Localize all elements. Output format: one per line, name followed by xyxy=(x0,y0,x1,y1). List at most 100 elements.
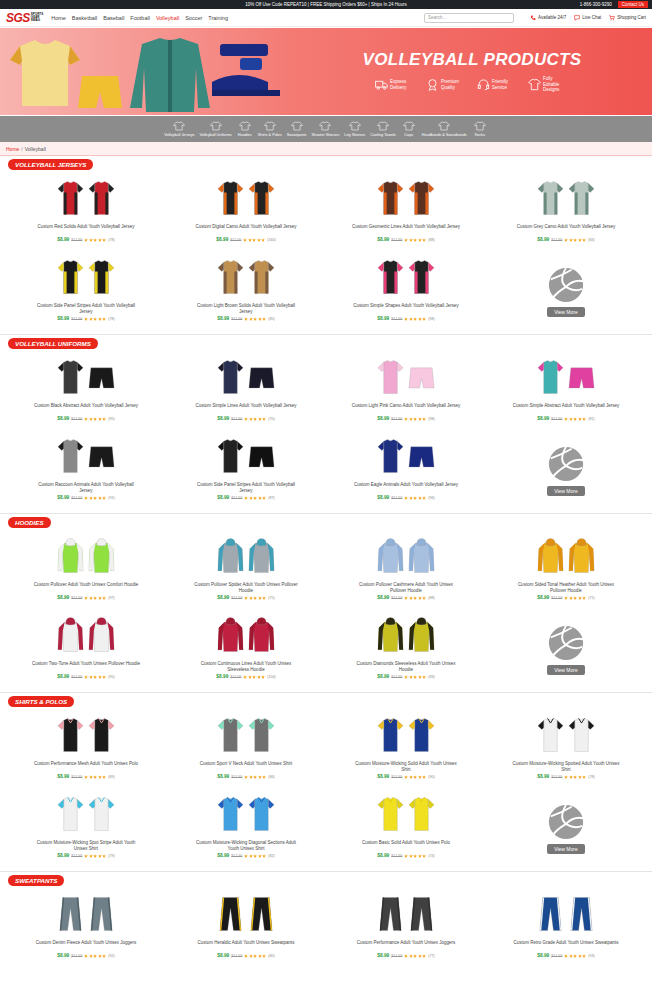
product-name[interactable]: Custom Side Panel Stripes Adult Youth Vo… xyxy=(31,303,141,314)
product-card[interactable]: Custom Digital Camo Adult Youth Volleyba… xyxy=(166,173,326,252)
category-item[interactable]: Volleyball Jerseys xyxy=(164,121,194,137)
promo-phone[interactable]: 1-866-300-9290 xyxy=(580,2,612,7)
product-name[interactable]: Custom Moisture-Wicking Solid Adult Yout… xyxy=(351,761,461,772)
product-name[interactable]: Custom Pullover Adult Youth Unisex Comfo… xyxy=(34,582,139,593)
product-card[interactable]: Custom Pullover Adult Youth Unisex Comfo… xyxy=(6,531,166,610)
product-name[interactable]: Custom Pullover Spider Adult Youth Unise… xyxy=(191,582,301,593)
product-card[interactable]: Custom Performance Mesh Adult Youth Unis… xyxy=(6,710,166,789)
nav-item[interactable]: Volleyball xyxy=(156,15,179,21)
product-card[interactable]: Custom Diamonds Sleeveless Adult Youth U… xyxy=(326,610,486,689)
product-card[interactable]: Custom Simple Shapes Adult Youth Volleyb… xyxy=(326,252,486,331)
product-card[interactable]: Custom Moisture-Wicking Solid Adult Yout… xyxy=(326,710,486,789)
product-name[interactable]: Custom Retro Grade Adult Youth Unisex Sw… xyxy=(513,940,618,951)
product-name[interactable]: Custom Heraldic Adult Youth Unisex Sweat… xyxy=(198,940,295,951)
product-card[interactable]: Custom Side Panel Stripes Adult Youth Vo… xyxy=(6,252,166,331)
product-name[interactable]: Custom Red Solids Adult Youth Volleyball… xyxy=(37,224,134,235)
category-item[interactable]: Cooling Towels xyxy=(370,121,395,137)
search-field[interactable]: Search... xyxy=(424,13,514,23)
product-name[interactable]: Custom Continuous Lines Adult Youth Unis… xyxy=(191,661,301,672)
product-name[interactable]: Custom Geometric Lines Adult Youth Volle… xyxy=(352,224,460,235)
view-more-button[interactable]: View More xyxy=(547,844,585,854)
product-card[interactable]: Custom Denim Fleece Adult Youth Unisex J… xyxy=(6,889,166,968)
product-card[interactable]: Custom Moisture-Wicking Spot Stripe Adul… xyxy=(6,789,166,868)
category-item[interactable]: Leg Sleeves xyxy=(344,121,365,137)
product-name[interactable]: Custom Diamonds Sleeveless Adult Youth U… xyxy=(351,661,461,672)
product-name[interactable]: Custom Black Abstract Adult Youth Volley… xyxy=(34,403,138,414)
product-card[interactable]: Custom Geometric Lines Adult Youth Volle… xyxy=(326,173,486,252)
category-item[interactable]: Headbands & Sweatbands xyxy=(422,121,467,137)
product-name[interactable]: Custom Eagle Animals Adult Youth Volleyb… xyxy=(354,482,458,493)
category-item[interactable]: Volleyball Uniforms xyxy=(199,121,231,137)
product-name[interactable]: Custom Simple Lines Adult Youth Volleyba… xyxy=(195,403,296,414)
product-name[interactable]: Custom Performance Adult Youth Unisex Jo… xyxy=(357,940,456,951)
product-card[interactable]: Custom Black Abstract Adult Youth Volley… xyxy=(6,352,166,431)
view-more-card[interactable]: View More xyxy=(486,789,646,868)
rating xyxy=(84,775,106,779)
star-icon xyxy=(409,954,413,958)
logo[interactable]: SGSSPORTSGEARSWAG xyxy=(6,12,43,24)
view-more-button[interactable]: View More xyxy=(547,665,585,675)
nav-item[interactable]: Basketball xyxy=(72,15,97,21)
category-item[interactable]: Caps xyxy=(401,121,417,137)
nav-item[interactable]: Football xyxy=(130,15,150,21)
product-name[interactable]: Custom Pullover Cashmere Adult Youth Uni… xyxy=(351,582,461,593)
product-card[interactable]: Custom Pullover Cashmere Adult Youth Uni… xyxy=(326,531,486,610)
product-name[interactable]: Custom Digital Camo Adult Youth Volleyba… xyxy=(195,224,296,235)
product-name[interactable]: Custom Simple Abstract Adult Youth Volle… xyxy=(513,403,620,414)
nav-item[interactable]: Home xyxy=(51,15,66,21)
product-name[interactable]: Custom Light Pink Camo Adult Youth Volle… xyxy=(352,403,460,414)
product-name[interactable]: Custom Moisture-Wicking Spot Stripe Adul… xyxy=(31,840,141,851)
product-card[interactable]: Custom Side Panel Stripes Adult Youth Vo… xyxy=(166,431,326,510)
header-action[interactable]: Live Chat xyxy=(574,15,601,21)
product-card[interactable]: Custom Performance Adult Youth Unisex Jo… xyxy=(326,889,486,968)
nav-item[interactable]: Training xyxy=(208,15,228,21)
product-card[interactable]: Custom Heraldic Adult Youth Unisex Sweat… xyxy=(166,889,326,968)
product-name[interactable]: Custom Performance Mesh Adult Youth Unis… xyxy=(34,761,138,772)
product-name[interactable]: Custom Moisture-Wicking Spotted Adult Yo… xyxy=(511,761,621,772)
contact-button[interactable]: Contact Us xyxy=(618,1,648,8)
category-item[interactable]: Shirts & Polos xyxy=(258,121,282,137)
product-name[interactable]: Custom Side Panel Stripes Adult Youth Vo… xyxy=(191,482,301,493)
view-more-card[interactable]: View More xyxy=(486,431,646,510)
product-name[interactable]: Custom Basic Solid Adult Youth Unisex Po… xyxy=(362,840,450,851)
breadcrumb-item[interactable]: Home xyxy=(6,146,19,152)
category-item[interactable]: Socks xyxy=(472,121,488,137)
product-card[interactable]: Custom Simple Abstract Adult Youth Volle… xyxy=(486,352,646,431)
product-card[interactable]: Custom Grey Camo Adult Youth Volleyball … xyxy=(486,173,646,252)
product-card[interactable]: Custom Basic Solid Adult Youth Unisex Po… xyxy=(326,789,486,868)
product-name[interactable]: Custom Denim Fleece Adult Youth Unisex J… xyxy=(36,940,137,951)
product-card[interactable]: Custom Two-Tone Adult Youth Unisex Pullo… xyxy=(6,610,166,689)
product-name[interactable]: Custom Sport V Neck Adult Youth Unisex S… xyxy=(200,761,293,772)
header-action[interactable]: Shopping Cart xyxy=(609,15,646,21)
nav-item[interactable]: Soccer xyxy=(185,15,202,21)
product-card[interactable]: Custom Light Pink Camo Adult Youth Volle… xyxy=(326,352,486,431)
category-item[interactable]: Hoodies xyxy=(237,121,253,137)
category-item[interactable]: Shooter Sleeves xyxy=(311,121,339,137)
product-card[interactable]: Custom Red Solids Adult Youth Volleyball… xyxy=(6,173,166,252)
view-more-card[interactable]: View More xyxy=(486,610,646,689)
product-name[interactable]: Custom Moisture-Wicking Diagonal Section… xyxy=(191,840,301,851)
product-card[interactable]: Custom Retro Grade Adult Youth Unisex Sw… xyxy=(486,889,646,968)
product-name[interactable]: Custom Sided Tonal Heather Adult Youth U… xyxy=(511,582,621,593)
product-card[interactable]: Custom Sided Tonal Heather Adult Youth U… xyxy=(486,531,646,610)
product-card[interactable]: Custom Eagle Animals Adult Youth Volleyb… xyxy=(326,431,486,510)
view-more-button[interactable]: View More xyxy=(547,307,585,317)
product-name[interactable]: Custom Simple Shapes Adult Youth Volleyb… xyxy=(353,303,459,314)
product-card[interactable]: Custom Moisture-Wicking Diagonal Section… xyxy=(166,789,326,868)
category-item[interactable]: Sweatpants xyxy=(287,121,307,137)
product-name[interactable]: Custom Two-Tone Adult Youth Unisex Pullo… xyxy=(32,661,140,672)
nav-item[interactable]: Baseball xyxy=(103,15,124,21)
product-card[interactable]: Custom Sport V Neck Adult Youth Unisex S… xyxy=(166,710,326,789)
view-more-button[interactable]: View More xyxy=(547,486,585,496)
product-name[interactable]: Custom Grey Camo Adult Youth Volleyball … xyxy=(517,224,615,235)
view-more-card[interactable]: View More xyxy=(486,252,646,331)
product-card[interactable]: Custom Simple Lines Adult Youth Volleyba… xyxy=(166,352,326,431)
product-card[interactable]: Custom Moisture-Wicking Spotted Adult Yo… xyxy=(486,710,646,789)
product-card[interactable]: Custom Pullover Spider Adult Youth Unise… xyxy=(166,531,326,610)
product-card[interactable]: Custom Light Brown Solids Adult Youth Vo… xyxy=(166,252,326,331)
product-name[interactable]: Custom Raccoon Animals Adult Youth Volle… xyxy=(31,482,141,493)
product-card[interactable]: Custom Raccoon Animals Adult Youth Volle… xyxy=(6,431,166,510)
product-name[interactable]: Custom Light Brown Solids Adult Youth Vo… xyxy=(191,303,301,314)
header-action[interactable]: Available 24/7 xyxy=(530,15,566,21)
product-card[interactable]: Custom Continuous Lines Adult Youth Unis… xyxy=(166,610,326,689)
